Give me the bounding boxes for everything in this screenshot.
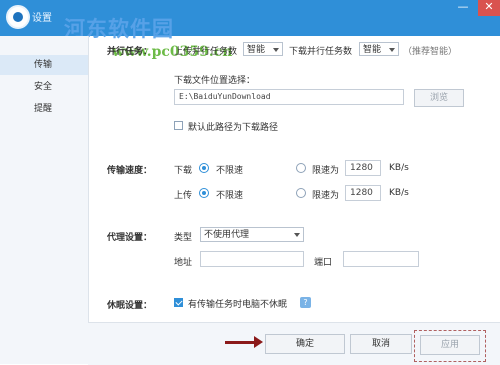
prevent-sleep-label: 有传输任务时电脑不休眠 [188,300,288,310]
download-parallel-select[interactable]: 智能 [359,42,399,56]
download-limit-radio[interactable] [296,163,306,173]
proxy-port-input[interactable] [343,251,419,267]
proxy-address-label: 地址 [174,258,193,268]
download-unlimited-label: 不限速 [216,166,244,176]
sidebar: 传输 安全 提醒 [0,36,89,364]
cancel-button[interactable]: 取消 [350,334,412,354]
download-path-input[interactable]: E:\BaiduYunDownload [174,89,404,105]
parallel-section-label: 并行任务： [107,47,153,57]
parallel-hint: （推荐智能） [403,47,458,57]
sleep-section-label: 休眠设置： [107,301,153,311]
upload-limit-radio[interactable] [296,188,306,198]
proxy-type-label: 类型 [174,233,193,243]
default-path-checkbox[interactable] [174,121,183,130]
default-path-checkbox-label: 默认此路径为下载路径 [188,123,279,133]
ok-button[interactable]: 确定 [265,334,345,354]
chevron-down-icon [389,48,395,52]
help-icon[interactable]: ? [300,297,311,308]
upload-unlimited-label: 不限速 [216,191,244,201]
download-limit-input[interactable]: 1280 [345,160,381,176]
proxy-section-label: 代理设置： [107,233,153,243]
browse-button[interactable]: 浏览 [414,89,464,107]
download-limit-unit: KB/s [389,163,409,173]
upload-unlimited-radio[interactable] [199,188,209,198]
close-button[interactable]: ✕ [478,0,500,16]
apply-button[interactable]: 应用 [420,335,480,355]
sidebar-item-security[interactable]: 安全 [0,77,88,97]
app-logo-icon [6,5,30,29]
download-parallel-label: 下载并行任务数 [289,47,353,57]
annotation-arrow-icon [225,336,263,348]
prevent-sleep-checkbox[interactable] [174,298,183,307]
speed-download-label: 下载 [174,166,193,176]
download-parallel-value: 智能 [363,45,382,55]
sidebar-item-reminder[interactable]: 提醒 [0,99,88,119]
proxy-address-input[interactable] [200,251,304,267]
minimize-button[interactable]: — [452,0,474,16]
upload-limit-label: 限速为 [312,191,340,201]
download-unlimited-radio[interactable] [199,163,209,173]
download-limit-label: 限速为 [312,166,340,176]
upload-limit-unit: KB/s [389,188,409,198]
window-title: 设置 [32,13,52,24]
download-location-label: 下载文件位置选择： [174,76,256,86]
upload-parallel-label: 上传并行任务数 [174,47,238,57]
upload-parallel-value: 智能 [247,45,266,55]
chevron-down-icon [294,233,300,237]
proxy-type-value: 不使用代理 [204,230,250,240]
proxy-type-select[interactable]: 不使用代理 [200,227,304,242]
chevron-down-icon [273,48,279,52]
sidebar-item-transfer[interactable]: 传输 [0,55,88,75]
upload-limit-input[interactable]: 1280 [345,185,381,201]
speed-upload-label: 上传 [174,191,193,201]
proxy-port-label: 端口 [314,258,333,268]
upload-parallel-select[interactable]: 智能 [243,42,283,56]
speed-section-label: 传输速度： [107,166,153,176]
